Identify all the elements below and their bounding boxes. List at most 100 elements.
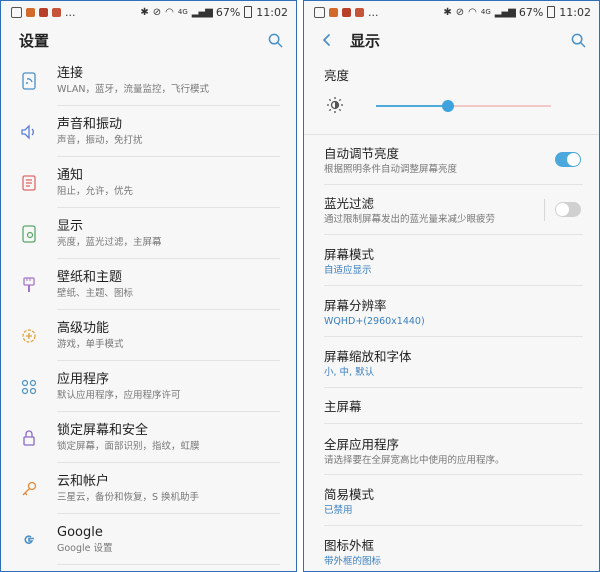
back-arrow-icon [323, 34, 330, 46]
settings-screen: ... ✱ ⊘ ◠ 4G ▂▄▆ 67% 11:02 设置 连接 WLAN，蓝牙，… [0, 0, 297, 572]
item-label: 应用程序 [57, 371, 110, 387]
search-button[interactable] [569, 31, 587, 49]
item-summary: 锁定屏幕，面部识别，指纹，虹膜 [57, 440, 200, 452]
auto-brightness-item[interactable]: 自动调节亮度 根据照明条件自动调整屏幕亮度 [304, 135, 599, 185]
google-icon [24, 534, 34, 544]
zoom-font-item[interactable]: 屏幕缩放和字体 小, 中, 默认 [304, 337, 599, 388]
brightness-slider[interactable] [324, 90, 579, 122]
battery-percent: 67% [215, 5, 241, 19]
icon-frames-item[interactable]: 图标外框 带外框的图标 [304, 526, 599, 571]
network-type: 4G [480, 8, 491, 16]
connection-icon [22, 71, 36, 90]
item-summary: 游戏，单手模式 [57, 338, 124, 350]
apps-grid-icon [21, 379, 37, 394]
settings-item-notifications[interactable]: 通知阻止，允许，优先 [1, 157, 296, 208]
app-bar: 显示 [304, 23, 599, 57]
item-label: 锁定屏幕和安全 [57, 422, 149, 438]
item-summary: 声音，振动，免打扰 [57, 134, 143, 146]
item-label: 自动调节亮度 [324, 146, 400, 161]
page-title: 显示 [350, 31, 381, 50]
brightness-track [376, 100, 551, 112]
item-summary: 请选择要在全屏宽高比中使用的应用程序。 [324, 455, 505, 466]
app-notification-icon [355, 7, 364, 17]
lock-icon [23, 429, 35, 446]
item-label: 高级功能 [57, 320, 110, 336]
app-notification-icon [52, 7, 61, 17]
item-label: 显示 [57, 218, 84, 234]
settings-item-apps[interactable]: 应用程序默认应用程序，应用程序许可 [1, 361, 296, 412]
gallery-notification-icon [11, 6, 22, 18]
item-label: 连接 [57, 65, 84, 81]
item-label: Google [57, 524, 103, 540]
back-button[interactable] [318, 31, 336, 49]
blue-light-filter-toggle[interactable] [555, 202, 581, 217]
auto-brightness-toggle[interactable] [555, 152, 581, 167]
item-label: 全屏应用程序 [324, 437, 400, 452]
item-summary: 阻止，允许，优先 [57, 185, 134, 197]
clock: 11:02 [559, 5, 591, 19]
item-summary: 默认应用程序，应用程序许可 [57, 389, 181, 401]
settings-item-cloud[interactable]: 云和帐户三星云，备份和恢复，S 换机助手 [1, 463, 296, 514]
advanced-gear-icon [22, 328, 36, 343]
item-label: 主屏幕 [324, 399, 362, 414]
brightness-fill [376, 105, 448, 107]
battery-percent: 67% [518, 5, 544, 19]
app-notification-icon [39, 7, 48, 17]
item-label: 图标外框 [324, 538, 375, 553]
item-summary: WLAN，蓝牙，流量监控，飞行模式 [57, 83, 210, 95]
settings-item-google[interactable]: Google Google 设置 [1, 514, 296, 565]
blue-light-filter-item[interactable]: 蓝光过滤 通过限制屏幕发出的蓝光量来减少眼疲劳 [304, 185, 599, 235]
screen-mode-item[interactable]: 屏幕模式 自适应显示 [304, 235, 599, 286]
wifi-icon: ◠ [165, 6, 174, 18]
brightness-thumb[interactable] [441, 100, 454, 112]
item-summary: 三星云，备份和恢复，S 换机助手 [57, 491, 200, 503]
item-value: 小, 中, 默认 [324, 367, 375, 378]
settings-item-advanced[interactable]: 高级功能游戏，单手模式 [1, 310, 296, 361]
home-screen-item[interactable]: 主屏幕 [304, 388, 599, 424]
easy-mode-item[interactable]: 简易模式 已禁用 [304, 475, 599, 526]
fullscreen-apps-item[interactable]: 全屏应用程序 请选择要在全屏宽高比中使用的应用程序。 [304, 424, 599, 475]
item-summary: 亮度，蓝光过滤，主屏幕 [57, 236, 162, 248]
speaker-icon [21, 123, 34, 140]
signal-icon: ▂▄▆ [494, 6, 516, 18]
settings-item-wallpaper[interactable]: 壁纸和主题 壁纸、主题、图标 [1, 259, 296, 310]
item-label: 屏幕缩放和字体 [324, 349, 412, 364]
item-label: 屏幕模式 [324, 247, 375, 262]
settings-item-sound[interactable]: 声音和振动声音，振动，免打扰 [1, 106, 296, 157]
brush-icon [23, 276, 35, 292]
item-label: 云和帐户 [57, 473, 110, 489]
item-value: 已禁用 [324, 505, 353, 516]
item-label: 壁纸和主题 [57, 269, 123, 285]
item-label: 屏幕分辨率 [324, 298, 387, 313]
display-settings-screen: ... ✱ ⊘ ◠ 4G ▂▄▆ 67% 11:02 显示 亮度 自动调节亮度 … [303, 0, 600, 572]
search-icon [571, 33, 585, 47]
status-bar: ... ✱ ⊘ ◠ 4G ▂▄▆ 67% 11:02 [1, 1, 296, 23]
status-bar: ... ✱ ⊘ ◠ 4G ▂▄▆ 67% 11:02 [304, 1, 599, 23]
search-button[interactable] [266, 31, 284, 49]
clock: 11:02 [256, 5, 288, 19]
item-label: 声音和振动 [57, 116, 123, 132]
page-title: 设置 [19, 31, 50, 50]
notification-icon [22, 174, 36, 191]
screen-resolution-item[interactable]: 屏幕分辨率 WQHD+(2960x1440) [304, 286, 599, 337]
item-label: 通知 [57, 167, 84, 183]
mute-icon: ⊘ [152, 6, 162, 18]
item-label: 简易模式 [324, 487, 375, 502]
battery-icon [244, 6, 253, 18]
brightness-section: 亮度 [304, 57, 599, 135]
more-notifications: ... [65, 5, 76, 19]
app-bar: 设置 [1, 23, 296, 57]
settings-item-lockscreen[interactable]: 锁定屏幕和安全锁定屏幕，面部识别，指纹，虹膜 [1, 412, 296, 463]
settings-list: 连接 WLAN，蓝牙，流量监控，飞行模式 声音和振动声音，振动，免打扰 通知阻止，… [1, 55, 296, 565]
settings-item-connections[interactable]: 连接 WLAN，蓝牙，流量监控，飞行模式 [1, 55, 296, 106]
item-summary: Google 设置 [57, 542, 113, 554]
settings-item-display[interactable]: 显示亮度，蓝光过滤，主屏幕 [1, 208, 296, 259]
signal-icon: ▂▄▆ [191, 6, 213, 18]
gallery-notification-icon [314, 6, 325, 18]
key-icon [22, 481, 37, 495]
bluetooth-icon: ✱ [140, 6, 149, 18]
mute-icon: ⊘ [455, 6, 465, 18]
item-value: 带外框的图标 [324, 556, 382, 567]
item-label: 蓝光过滤 [324, 196, 375, 211]
bluetooth-icon: ✱ [443, 6, 452, 18]
